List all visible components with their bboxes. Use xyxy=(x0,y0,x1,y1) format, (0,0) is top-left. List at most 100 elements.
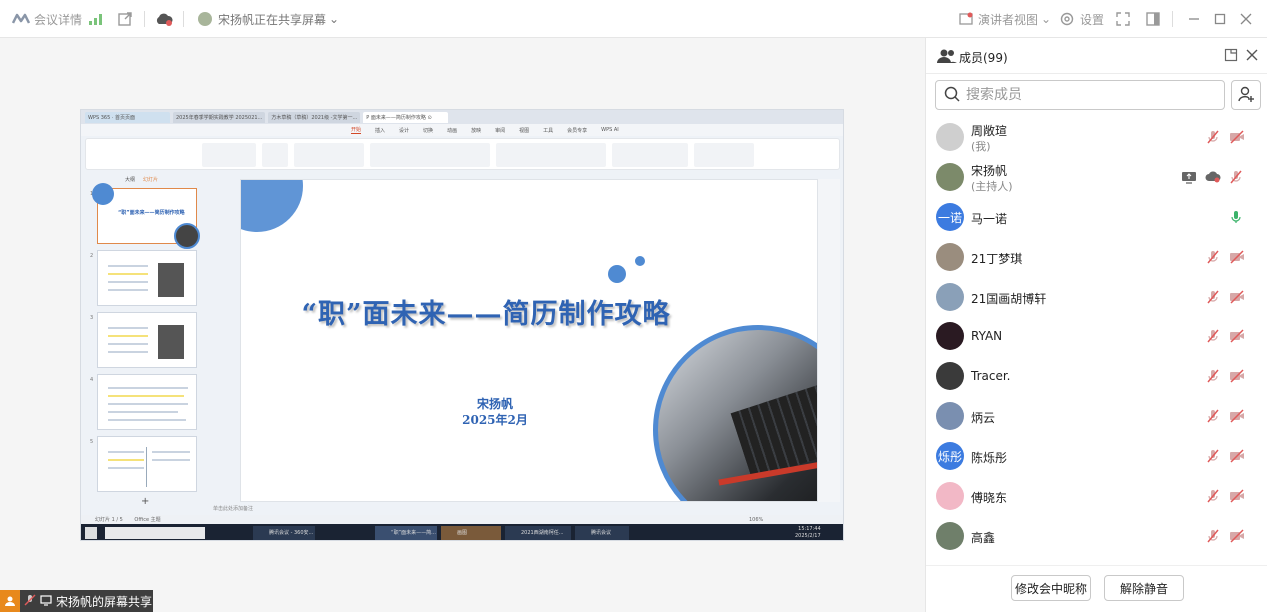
avatar xyxy=(936,522,964,550)
tab-item[interactable]: WPS 365 · 首页页面 xyxy=(85,111,170,123)
camera-off-icon[interactable] xyxy=(1229,129,1245,145)
member-row[interactable]: 周敞瑄 (我) xyxy=(926,117,1267,157)
meeting-details-button[interactable]: 会议详情 xyxy=(12,10,82,28)
mic-muted-icon[interactable] xyxy=(1205,528,1221,544)
member-row[interactable]: 宋扬帆 (主持人) xyxy=(926,157,1267,197)
screen-share-badge[interactable]: 宋扬帆的屏幕共享 xyxy=(0,590,153,612)
taskbar-item[interactable]: 画图 xyxy=(441,526,501,540)
shared-screen[interactable]: WPS 365 · 首页页面 2025年春季学期实践教学 2025021... … xyxy=(80,109,844,541)
taskbar-item[interactable]: 腾讯会议 - 360安... xyxy=(253,526,315,540)
menu-item[interactable]: 审阅 xyxy=(495,127,505,134)
tab-item[interactable]: 2025年春季学期实践教学 2025021... xyxy=(173,111,266,123)
camera-off-icon[interactable] xyxy=(1229,488,1245,504)
close-icon[interactable] xyxy=(1240,10,1252,28)
camera-off-icon[interactable] xyxy=(1229,408,1245,424)
mic-muted-icon[interactable] xyxy=(1205,328,1221,344)
member-row[interactable]: 高鑫 xyxy=(926,516,1267,556)
settings-button[interactable]: 设置 xyxy=(1058,10,1104,28)
menu-item[interactable]: 放映 xyxy=(471,127,481,134)
menu-item[interactable]: 开始 xyxy=(351,126,362,134)
mic-muted-icon[interactable] xyxy=(1205,408,1221,424)
taskbar-clock: 15:17:44 2025/2/17 xyxy=(795,526,821,540)
mic-muted-icon[interactable] xyxy=(1205,249,1221,265)
tab-item[interactable]: P 面未来——简历制作攻略 ⊙ xyxy=(363,111,449,123)
mic-muted-icon[interactable] xyxy=(1228,169,1244,185)
sidebar-toggle-icon[interactable] xyxy=(1145,10,1161,28)
add-slide-icon[interactable]: + xyxy=(141,496,149,507)
sharer-status[interactable]: 宋扬帆正在共享屏幕 ⌄ xyxy=(196,10,339,28)
notes-placeholder[interactable]: 单击此处添加备注 xyxy=(213,505,253,512)
gear-icon xyxy=(1058,10,1076,28)
member-row[interactable]: 烁彤 陈烁彤 xyxy=(926,436,1267,476)
search-input[interactable] xyxy=(966,87,1206,103)
add-member-button[interactable] xyxy=(1231,80,1261,110)
slide-thumb-3[interactable]: 3 xyxy=(90,312,197,368)
chevron-down-icon: ⌄ xyxy=(1041,12,1052,26)
menu-item[interactable]: 工具 xyxy=(543,127,553,134)
slides-tab[interactable]: 幻灯片 xyxy=(143,176,158,183)
taskbar-item[interactable]: “职”面未来——简... xyxy=(375,526,437,540)
menu-item[interactable]: 插入 xyxy=(375,127,385,134)
taskbar-item[interactable]: 2021西湖南柯任... xyxy=(505,526,571,540)
deco-dot xyxy=(608,265,626,283)
camera-off-icon[interactable] xyxy=(1229,368,1245,384)
cloud-record-icon[interactable] xyxy=(155,10,173,28)
slide-thumb-1[interactable]: 1 “职”面未来——简历制作攻略 xyxy=(90,183,200,249)
avatar xyxy=(936,322,964,350)
signal-icon[interactable] xyxy=(88,10,104,28)
camera-off-icon[interactable] xyxy=(1229,249,1245,265)
minimize-icon[interactable] xyxy=(1188,10,1200,28)
current-slide[interactable]: “职”面未来——简历制作攻略 宋扬帆 2025年2月 xyxy=(240,179,818,502)
member-row[interactable]: 傅晓东 xyxy=(926,476,1267,516)
taskbar-item[interactable]: 腾讯会议 xyxy=(575,526,629,540)
avatar xyxy=(936,402,964,430)
member-role: (主持人) xyxy=(971,180,1013,193)
member-row[interactable]: 一诺 马一诺 xyxy=(926,197,1267,237)
mic-muted-icon[interactable] xyxy=(1205,448,1221,464)
mic-muted-icon[interactable] xyxy=(1205,488,1221,504)
slide-thumb-5[interactable]: 5 xyxy=(90,436,197,492)
taskbar-search[interactable] xyxy=(105,527,205,539)
menu-item[interactable]: 视图 xyxy=(519,127,529,134)
mic-active-icon[interactable] xyxy=(1228,209,1244,225)
camera-off-icon[interactable] xyxy=(1229,448,1245,464)
close-icon[interactable] xyxy=(1245,48,1259,65)
popout-icon[interactable] xyxy=(1224,48,1238,65)
member-row[interactable]: 炳云 xyxy=(926,396,1267,436)
member-row[interactable]: 21丁梦琪 xyxy=(926,237,1267,277)
slide-thumb-2[interactable]: 2 xyxy=(90,250,197,306)
member-row[interactable]: 21国画胡博轩 xyxy=(926,277,1267,317)
rename-nickname-button[interactable]: 修改会中昵称 xyxy=(1011,575,1091,601)
member-name: 陈烁彤 xyxy=(971,451,1008,465)
menu-item[interactable]: 设计 xyxy=(399,127,409,134)
menu-item[interactable]: WPS AI xyxy=(601,127,619,133)
mic-muted-icon[interactable] xyxy=(1205,289,1221,305)
fullscreen-icon[interactable] xyxy=(1115,10,1131,28)
popout-icon[interactable] xyxy=(117,10,133,28)
search-field[interactable] xyxy=(935,80,1225,110)
menu-item[interactable]: 切换 xyxy=(423,127,433,134)
unmute-button[interactable]: 解除静音 xyxy=(1104,575,1184,601)
slide-author: 宋扬帆 xyxy=(476,397,513,411)
windows-start-icon[interactable] xyxy=(85,527,97,539)
menu-item[interactable]: 动画 xyxy=(447,127,457,134)
presenter-view-button[interactable]: 演讲者视图 ⌄ xyxy=(957,10,1051,28)
mic-muted-icon[interactable] xyxy=(1205,368,1221,384)
camera-off-icon[interactable] xyxy=(1229,289,1245,305)
members-panel: 成员(99) 周敞瑄 (我) 宋扬帆 (主持人) 一诺马一诺 21丁梦琪 21国画胡博轩 RY… xyxy=(925,38,1267,612)
slide-title: “职”面未来——简历制作攻略 xyxy=(301,299,671,330)
maximize-icon[interactable] xyxy=(1214,10,1226,28)
member-name: 马一诺 xyxy=(971,212,1008,226)
tab-item[interactable]: 方木草稿（草稿）2021级 -文学第一... xyxy=(268,111,361,123)
camera-off-icon[interactable] xyxy=(1229,528,1245,544)
slide-thumb-4[interactable]: 4 xyxy=(90,374,197,430)
mic-muted-icon[interactable] xyxy=(1205,129,1221,145)
sharer-status-text: 宋扬帆正在共享屏幕 xyxy=(218,12,327,27)
shared-screen-stage: WPS 365 · 首页页面 2025年春季学期实践教学 2025021... … xyxy=(0,38,925,612)
menu-item[interactable]: 会员专享 xyxy=(567,127,587,134)
member-row[interactable]: RYAN xyxy=(926,316,1267,356)
outline-tab[interactable]: 大纲 xyxy=(125,176,135,183)
camera-off-icon[interactable] xyxy=(1229,328,1245,344)
member-row[interactable]: Tracer. xyxy=(926,356,1267,396)
member-role: (我) xyxy=(971,140,991,153)
